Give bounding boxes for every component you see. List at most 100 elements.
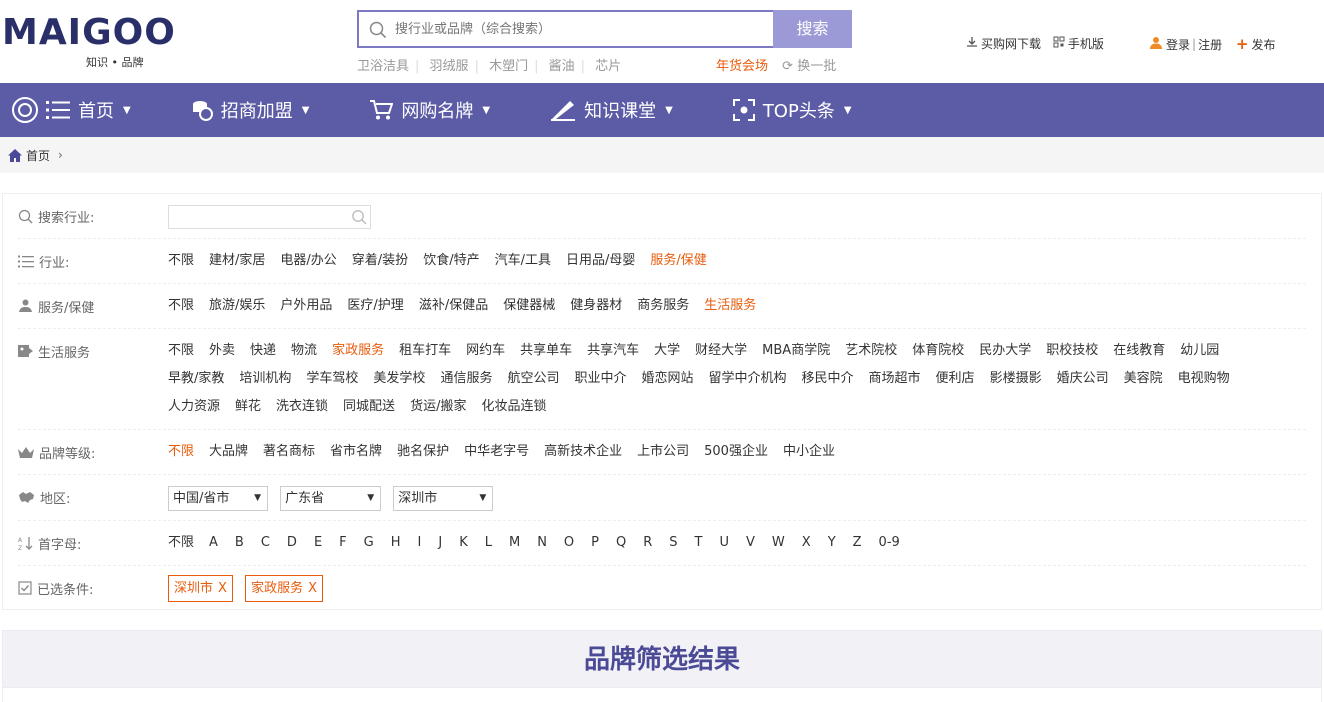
letter-option[interactable]: A — [209, 535, 218, 550]
nav-item-home[interactable]: 首页 ▼ — [12, 83, 131, 137]
filter-option[interactable]: 职业中介 — [574, 371, 626, 386]
city-select[interactable]: 深圳市 ▼ — [393, 486, 494, 511]
filter-option[interactable]: 婚恋网站 — [641, 371, 693, 386]
filter-option[interactable]: 电视购物 — [1178, 371, 1230, 386]
filter-option[interactable]: 培训机构 — [239, 371, 291, 386]
filter-option[interactable]: 早教/家教 — [168, 371, 224, 386]
nav-item-top-news[interactable]: TOP头条 ▼ — [732, 83, 852, 137]
filter-option[interactable]: 财经大学 — [695, 343, 747, 358]
filter-option[interactable]: 中华老字号 — [464, 444, 529, 459]
province-select[interactable]: 广东省 ▼ — [280, 486, 382, 511]
login-link[interactable]: 登录 — [1166, 36, 1190, 53]
filter-option[interactable]: 上市公司 — [637, 444, 689, 459]
filter-option[interactable]: 外卖 — [209, 343, 235, 358]
filter-option[interactable]: 便利店 — [936, 371, 975, 386]
filter-option[interactable]: 美发学校 — [373, 371, 425, 386]
letter-option[interactable]: R — [643, 535, 652, 550]
search-icon[interactable] — [351, 209, 367, 229]
logo[interactable]: MAIGOO 知识 • 品牌 — [2, 14, 234, 70]
mobile-link[interactable]: 手机版 — [1053, 35, 1104, 52]
letter-option[interactable]: 0-9 — [879, 535, 900, 550]
nav-item-knowledge[interactable]: 知识课堂 ▼ — [550, 83, 673, 137]
filter-option[interactable]: 不限 — [168, 253, 194, 268]
filter-option[interactable]: 医疗/护理 — [347, 298, 403, 313]
app-download-link[interactable]: 买购网下载 — [966, 35, 1041, 52]
filter-option[interactable]: 500强企业 — [704, 444, 768, 459]
country-select[interactable]: 中国/省市 ▼ — [168, 486, 268, 511]
letter-option[interactable]: M — [509, 535, 520, 550]
nav-item-franchise[interactable]: 招商加盟 ▼ — [191, 83, 309, 137]
filter-option-selected[interactable]: 不限 — [168, 444, 194, 459]
filter-option[interactable]: 租车打车 — [399, 343, 451, 358]
filter-option[interactable]: 同城配送 — [343, 399, 395, 414]
industry-search-input[interactable] — [168, 205, 371, 229]
letter-option[interactable]: P — [591, 535, 599, 550]
filter-option[interactable]: 不限 — [168, 298, 194, 313]
hot-link[interactable]: 酱油 — [549, 59, 575, 74]
filter-option[interactable]: 民办大学 — [979, 343, 1031, 358]
letter-option[interactable]: Q — [616, 535, 626, 550]
filter-option[interactable]: 共享汽车 — [587, 343, 639, 358]
search-button[interactable]: 搜索 — [773, 10, 852, 48]
filter-option[interactable]: 不限 — [168, 535, 194, 550]
letter-option[interactable]: N — [537, 535, 547, 550]
letter-option[interactable]: T — [695, 535, 703, 550]
refresh-button[interactable]: ⟳ 换一批 — [782, 59, 836, 74]
filter-option[interactable]: 饮食/特产 — [423, 253, 479, 268]
letter-option[interactable]: H — [391, 535, 401, 550]
filter-option[interactable]: 商场超市 — [869, 371, 921, 386]
remove-chip-button[interactable]: X — [218, 581, 227, 596]
filter-option[interactable]: 幼儿园 — [1180, 343, 1219, 358]
letter-option[interactable]: V — [746, 535, 755, 550]
letter-option[interactable]: S — [669, 535, 677, 550]
letter-option[interactable]: J — [438, 535, 442, 550]
letter-option[interactable]: Y — [828, 535, 836, 550]
filter-option[interactable]: 户外用品 — [280, 298, 332, 313]
filter-option[interactable]: 职校技校 — [1046, 343, 1098, 358]
filter-option[interactable]: 化妆品连锁 — [481, 399, 546, 414]
filter-option[interactable]: 保健器械 — [503, 298, 555, 313]
filter-option[interactable]: 汽车/工具 — [495, 253, 551, 268]
filter-option[interactable]: 艺术院校 — [845, 343, 897, 358]
filter-option-selected[interactable]: 家政服务 — [332, 343, 384, 358]
letter-option[interactable]: L — [485, 535, 492, 550]
filter-option[interactable]: 著名商标 — [263, 444, 315, 459]
filter-option[interactable]: 日用品/母婴 — [566, 253, 635, 268]
selected-chip[interactable]: 深圳市 X — [168, 575, 233, 602]
filter-option[interactable]: 体育院校 — [912, 343, 964, 358]
filter-option[interactable]: 共享单车 — [520, 343, 572, 358]
filter-option[interactable]: 通信服务 — [440, 371, 492, 386]
filter-option[interactable]: 在线教育 — [1113, 343, 1165, 358]
search-input[interactable] — [395, 12, 765, 46]
letter-option[interactable]: U — [720, 535, 730, 550]
filter-option[interactable]: MBA商学院 — [762, 343, 830, 358]
filter-option[interactable]: 滋补/保健品 — [419, 298, 488, 313]
filter-option[interactable]: 健身器材 — [570, 298, 622, 313]
register-link[interactable]: 注册 — [1198, 36, 1222, 53]
filter-option[interactable]: 影楼摄影 — [990, 371, 1042, 386]
selected-chip[interactable]: 家政服务 X — [245, 575, 323, 602]
filter-option[interactable]: 物流 — [291, 343, 317, 358]
filter-option-selected[interactable]: 生活服务 — [704, 298, 756, 313]
letter-option[interactable]: D — [287, 535, 297, 550]
letter-option[interactable]: G — [364, 535, 374, 550]
filter-option[interactable]: 商务服务 — [637, 298, 689, 313]
filter-option[interactable]: 中小企业 — [783, 444, 835, 459]
letter-option[interactable]: B — [235, 535, 244, 550]
filter-option[interactable]: 大学 — [654, 343, 680, 358]
letter-option[interactable]: Z — [853, 535, 862, 550]
filter-option[interactable]: 美容院 — [1124, 371, 1163, 386]
filter-option[interactable]: 驰名保护 — [397, 444, 449, 459]
filter-option[interactable]: 快递 — [250, 343, 276, 358]
hot-link[interactable]: 卫浴洁具 — [357, 59, 409, 74]
filter-option[interactable]: 婚庆公司 — [1057, 371, 1109, 386]
filter-option[interactable]: 人力资源 — [168, 399, 220, 414]
hot-link[interactable]: 羽绒服 — [430, 59, 469, 74]
letter-option[interactable]: K — [459, 535, 468, 550]
letter-option[interactable]: I — [418, 535, 422, 550]
filter-option[interactable]: 省市名牌 — [330, 444, 382, 459]
filter-option[interactable]: 建材/家居 — [209, 253, 265, 268]
letter-option[interactable]: O — [564, 535, 574, 550]
letter-option[interactable]: X — [802, 535, 811, 550]
filter-option[interactable]: 旅游/娱乐 — [209, 298, 265, 313]
